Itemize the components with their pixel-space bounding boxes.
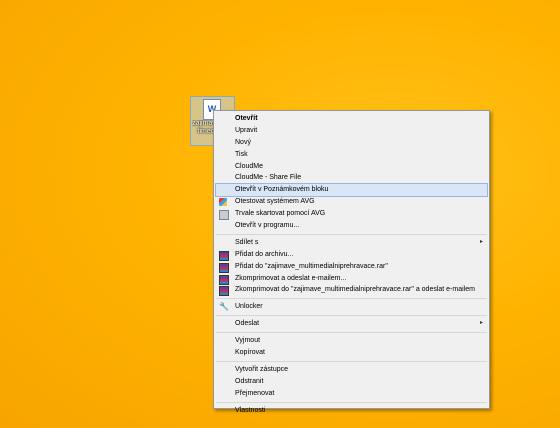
menu-item-label: Unlocker [235, 303, 263, 311]
menu-item-copy[interactable]: Kopírovat [214, 347, 489, 359]
menu-item-rename[interactable]: Přejmenovat [214, 388, 489, 400]
menu-item-add-to-rar[interactable]: Přidat do "zajimave_multimedialniprehrav… [214, 261, 489, 273]
context-menu: Otevřít Upravit Nový Tisk CloudMe CloudM… [213, 110, 490, 414]
menu-item-compress-rar-email[interactable]: Zkomprimovat do "zajimave_multimedialnip… [214, 284, 489, 297]
menu-item-label: Přidat do archivu... [235, 250, 294, 258]
menu-separator [216, 401, 487, 403]
menu-item-label: Trvale skartovat pomocí AVG [235, 210, 326, 218]
menu-item-cloudme[interactable]: CloudMe [214, 161, 489, 173]
menu-separator [216, 233, 487, 235]
winrar-icon [219, 274, 229, 285]
menu-item-unlocker[interactable]: 🔧 Unlocker [214, 301, 489, 313]
menu-separator [216, 360, 487, 362]
menu-separator [216, 298, 487, 300]
winrar-icon [219, 262, 229, 273]
unlocker-icon: 🔧 [219, 302, 229, 312]
menu-item-edit[interactable]: Upravit [214, 125, 489, 137]
menu-item-avg-shred[interactable]: Trvale skartovat pomocí AVG [214, 208, 489, 221]
submenu-arrow-icon: ▸ [479, 238, 483, 245]
menu-item-label: Odeslat [235, 320, 260, 328]
menu-item-label: Zkomprimovat do "zajimave_multimedialnip… [235, 286, 475, 294]
menu-separator [216, 315, 487, 317]
menu-item-print[interactable]: Tisk [214, 149, 489, 161]
menu-item-cut[interactable]: Vyjmout [214, 335, 489, 347]
winrar-icon [219, 286, 229, 297]
menu-item-open-notepad[interactable]: Otevřít v Poznámkovém bloku [215, 183, 488, 198]
menu-item-label: Otestovat systémem AVG [235, 198, 315, 206]
menu-item-label: Přidat do "zajimave_multimedialniprehrav… [235, 262, 388, 270]
avg-icon [219, 198, 227, 207]
menu-item-share-with[interactable]: Sdílet s ▸ [214, 237, 489, 249]
menu-item-open[interactable]: Otevřít [214, 113, 489, 125]
winrar-icon [219, 250, 229, 261]
menu-item-delete[interactable]: Odstranit [214, 376, 489, 388]
menu-separator [216, 332, 487, 334]
menu-item-open-with[interactable]: Otevřít v programu... [214, 220, 489, 232]
menu-item-compress-email[interactable]: Zkomprimovat a odeslat e-mailem... [214, 273, 489, 285]
submenu-arrow-icon: ▸ [479, 320, 483, 327]
menu-item-create-shortcut[interactable]: Vytvořit zástupce [214, 364, 489, 376]
menu-item-properties[interactable]: Vlastnosti [214, 405, 489, 417]
shredder-icon [219, 210, 229, 221]
menu-item-cloudme-share[interactable]: CloudMe - Share File [214, 172, 489, 184]
menu-item-new[interactable]: Nový [214, 137, 489, 149]
menu-item-label: Sdílet s [235, 238, 259, 246]
menu-item-avg-scan[interactable]: Otestovat systémem AVG [214, 196, 489, 208]
menu-item-label: Zkomprimovat a odeslat e-mailem... [235, 274, 347, 282]
menu-item-send-to[interactable]: Odeslat ▸ [214, 318, 489, 330]
menu-item-add-to-archive[interactable]: Přidat do archivu... [214, 249, 489, 261]
